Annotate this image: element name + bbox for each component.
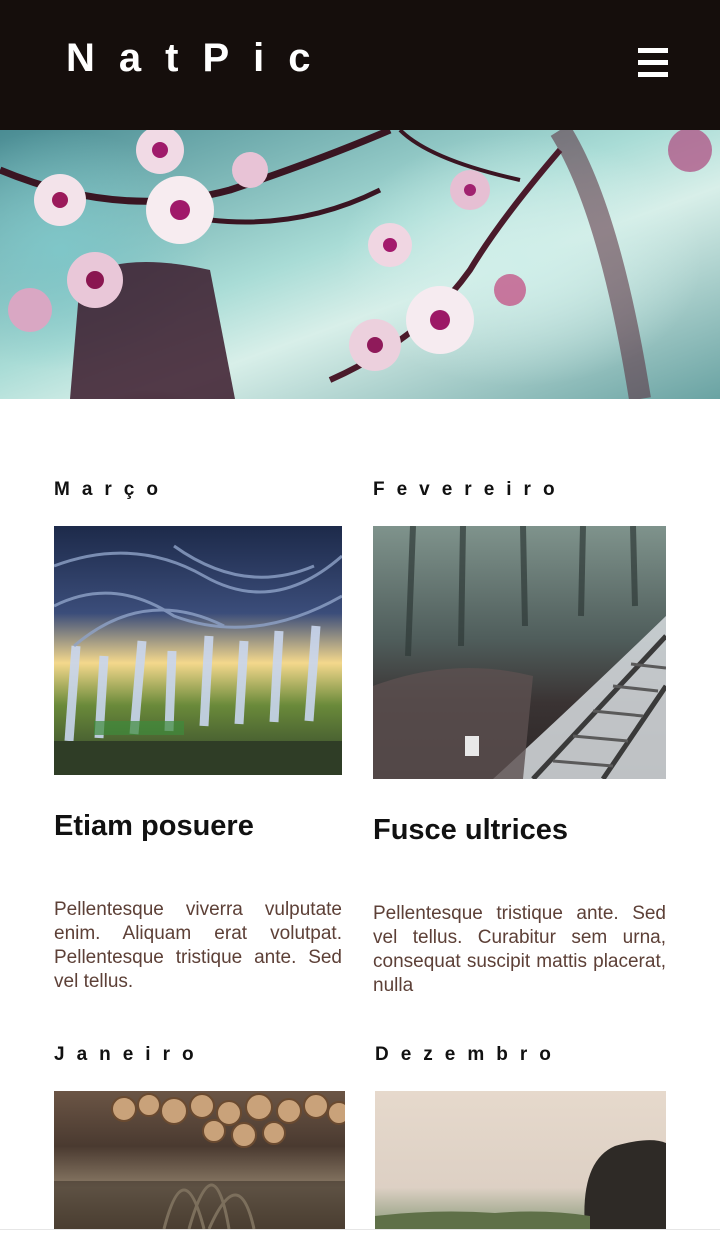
site-logo[interactable]: NatPic [66,36,335,80]
orchard-trees-photo [54,544,342,775]
post-image[interactable] [54,1091,345,1229]
hero-image [0,130,720,399]
post-image[interactable] [375,1091,666,1229]
post-image[interactable] [373,526,666,779]
site-header: NatPic [0,0,720,130]
post-month: Fevereiro [373,479,567,500]
menu-bar [638,60,668,65]
post-month: Março [54,479,170,500]
post-title[interactable]: Etiam posuere [54,809,254,843]
post-month: Janeiro [54,1044,206,1065]
post-month: Dezembro [375,1044,563,1065]
menu-bar [638,48,668,53]
cherry-blossom-illustration [0,130,712,399]
woodpile-grass-photo [54,1093,345,1229]
rock-landscape-photo [375,1140,666,1229]
misty-railway-photo [373,526,666,779]
post-excerpt: Pellentesque viverra vulputate enim. Ali… [54,899,342,992]
post-image[interactable] [54,526,342,775]
menu-bar [638,72,668,77]
page-bottom-edge [0,1229,720,1239]
hamburger-menu-icon[interactable] [636,47,670,79]
post-excerpt: Pellentesque tristique ante. Sed vel tel… [373,903,666,996]
post-title[interactable]: Fusce ultrices [373,813,568,847]
